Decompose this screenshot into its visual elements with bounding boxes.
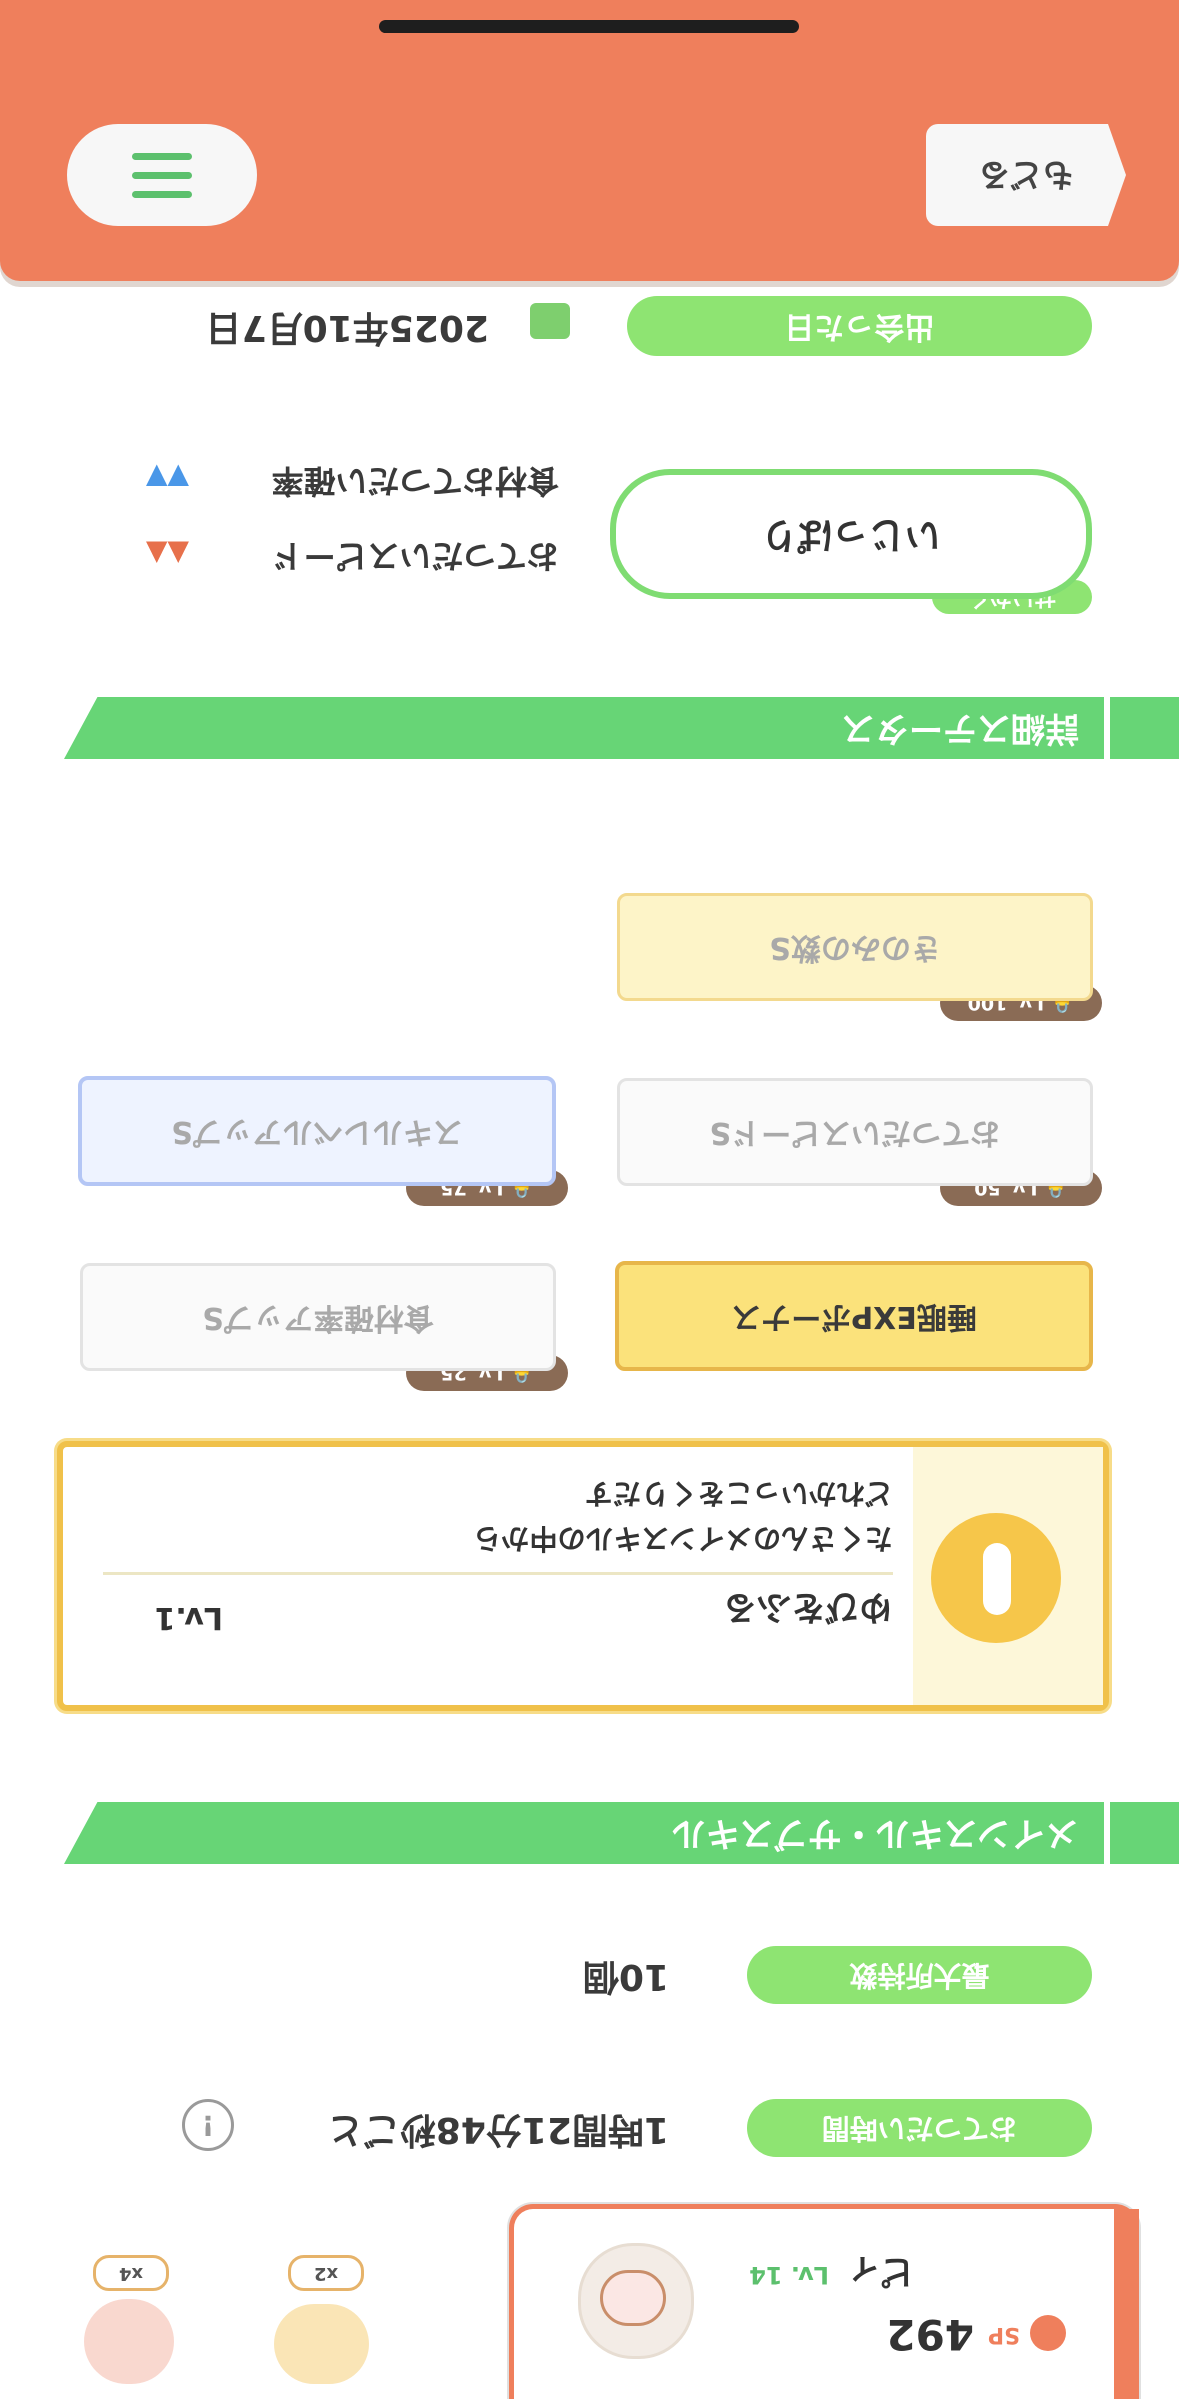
detail-status-title: 詳細ステータス: [841, 708, 1079, 748]
hamburger-icon: [132, 152, 192, 198]
finger-shape: [983, 1543, 1011, 1615]
main-skill-level: Lv.1: [154, 1600, 224, 1635]
rotated-screen: x4 x2 Lv. 14 ピィ SP 492 おてつだい時間 1時間21分48秒…: [0, 0, 1179, 2399]
personality-up-arrows: ▲▲: [145, 538, 189, 571]
max-carry-label: 最大所持数: [747, 1946, 1092, 2004]
sub-skill-name: 食材確率アップS: [202, 1300, 434, 1335]
back-button-label: もどる: [978, 156, 1074, 194]
met-date-value: 2025年10月7日: [205, 307, 489, 348]
sub-skill-name: スキルレベルアップS: [171, 1114, 463, 1149]
main-skill-description-1: たくさんのメインスキルの中から: [473, 1522, 893, 1555]
main-skill-name: ゆびをふる: [723, 1587, 893, 1627]
main-skill-card[interactable]: ゆびをふる Lv.1 たくさんのメインスキルの中から どれかいっこをくりだす: [57, 1441, 1109, 1711]
pokeball-icon: [1030, 2315, 1066, 2351]
pokemon-portrait: [578, 2243, 694, 2359]
personality-name: いじっぱり: [761, 514, 942, 555]
divider: [103, 1572, 893, 1575]
help-time-value: 1時間21分48秒ごと: [327, 2109, 669, 2150]
personality-effect-down: 食材おてつだい確率: [271, 462, 559, 500]
menu-button[interactable]: [67, 124, 257, 226]
personality-box[interactable]: いじっぱり: [610, 469, 1092, 599]
info-icon[interactable]: !: [182, 2099, 234, 2151]
sp-value: 492: [886, 2310, 974, 2359]
count-badge: x2: [288, 2255, 364, 2291]
personality-effect-up: おてつだいスピード: [271, 537, 559, 575]
main-skill-description-2: どれかいっこをくりだす: [584, 1477, 893, 1510]
header-bar: もどる: [0, 0, 1179, 281]
back-button[interactable]: もどる: [926, 124, 1126, 226]
sub-skill-name: 睡眠EXPボーナス: [731, 1299, 977, 1334]
personality-down-arrows: ▼▼: [145, 461, 189, 494]
sub-skill-box[interactable]: きのみの数S: [617, 893, 1093, 1001]
sub-skill-box[interactable]: スキルレベルアップS: [78, 1076, 556, 1186]
home-indicator: [379, 20, 799, 33]
berry-item: [84, 2299, 174, 2384]
pokemon-level: Lv. 14: [749, 2261, 829, 2289]
pokemon-card[interactable]: Lv. 14 ピィ SP 492: [509, 2204, 1139, 2399]
calendar-icon: [530, 303, 570, 339]
count-badge: x4: [93, 2255, 169, 2291]
card-left-bar: [1114, 2209, 1139, 2399]
help-time-label: おてつだい時間: [747, 2099, 1092, 2157]
section-marker: [1104, 1802, 1124, 1864]
met-date-label: 出会った日: [627, 296, 1092, 356]
finger-icon: [931, 1513, 1061, 1643]
max-carry-value: 10個: [582, 1956, 669, 1997]
skills-section-title: メインスキル・サブスキル: [671, 1813, 1079, 1853]
pokemon-name: ピィ: [846, 2251, 914, 2291]
sub-skill-name: おてつだいスピードS: [709, 1115, 1001, 1150]
sub-skill-box[interactable]: おてつだいスピードS: [617, 1078, 1093, 1186]
screen: x4 x2 Lv. 14 ピィ SP 492 おてつだい時間 1時間21分48秒…: [0, 0, 1179, 2399]
sub-skill-box[interactable]: 睡眠EXPボーナス: [615, 1261, 1093, 1371]
sub-skill-box[interactable]: 食材確率アップS: [80, 1263, 556, 1371]
sub-skill-name: きのみの数S: [769, 930, 941, 965]
pokemon-face: [600, 2270, 666, 2326]
sp-label: SP: [988, 2322, 1020, 2347]
ingredient-item: [274, 2304, 369, 2384]
section-marker: [1104, 697, 1124, 759]
